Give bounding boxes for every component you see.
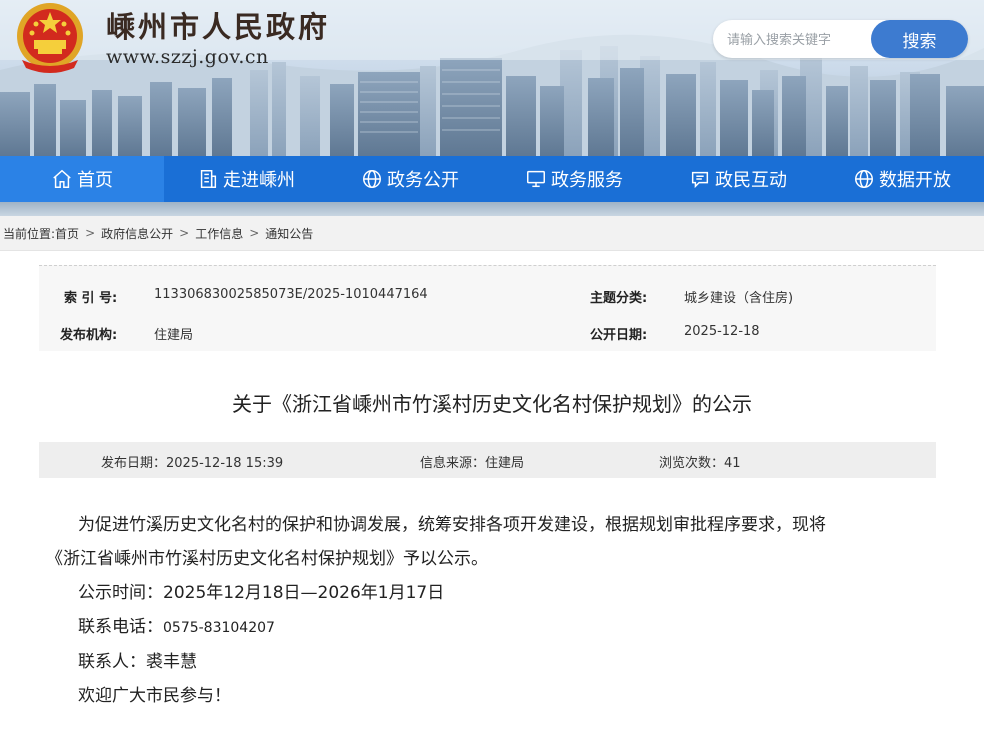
paragraph-line: 《浙江省嵊州市竹溪村历史文化名村保护规划》予以公示。 bbox=[46, 549, 488, 569]
phone-value: 0575-83104207 bbox=[163, 620, 275, 636]
nav-item-gov-open[interactable]: 政务公开 bbox=[328, 156, 492, 202]
contact-phone: 联系电话：0575-83104207 bbox=[39, 610, 939, 645]
topic-value: 城乡建设（含住房) bbox=[684, 291, 794, 306]
article-body: 为促进竹溪历史文化名村的保护和协调发展，统筹安排各项开发建设，根据规划审批程序要… bbox=[39, 508, 939, 713]
breadcrumb-home[interactable]: 首页 bbox=[55, 225, 79, 242]
nav-item-open-data[interactable]: 数据开放 bbox=[820, 156, 984, 202]
index-label: 索 引 号: bbox=[64, 291, 118, 306]
paragraph-line: 为促进竹溪历史文化名村的保护和协调发展，统筹安排各项开发建设，根据规划审批程序要… bbox=[78, 515, 826, 535]
globe-icon bbox=[855, 170, 873, 188]
breadcrumb-prefix: 当前位置: bbox=[3, 226, 56, 241]
main-nav: 首页 走进嵊州 政务公开 政务服务 政民互动 数据开放 bbox=[0, 156, 984, 202]
national-emblem-icon bbox=[17, 3, 83, 73]
breadcrumb-separator: > bbox=[85, 226, 96, 240]
header-banner: 嵊州市人民政府 www.szzj.gov.cn 搜索 bbox=[0, 0, 984, 156]
chat-icon bbox=[691, 171, 709, 189]
nav-item-about[interactable]: 走进嵊州 bbox=[164, 156, 328, 202]
site-url: www.szzj.gov.cn bbox=[106, 46, 269, 68]
nav-item-label: 数据开放 bbox=[879, 170, 951, 191]
site-title: 嵊州市人民政府 bbox=[106, 10, 331, 44]
breadcrumb-separator: > bbox=[249, 226, 260, 240]
info-source: 信息来源：住建局 bbox=[420, 456, 525, 471]
search-box: 搜索 bbox=[713, 20, 968, 60]
meta-info-panel: 索 引 号: 11330683002585073E/2025-101044716… bbox=[39, 265, 936, 351]
period-label: 公示时间： bbox=[78, 583, 163, 603]
globe-icon bbox=[363, 170, 381, 188]
contact-person: 联系人：裘丰慧 bbox=[39, 645, 939, 679]
nav-item-label: 政务公开 bbox=[387, 170, 459, 191]
search-button[interactable]: 搜索 bbox=[871, 20, 968, 58]
view-count: 浏览次数：41 bbox=[659, 456, 741, 471]
home-icon bbox=[53, 169, 71, 188]
nav-item-label: 政民互动 bbox=[715, 170, 787, 191]
breadcrumb-gov-info[interactable]: 政府信息公开 bbox=[101, 225, 173, 242]
publish-date: 发布日期：2025-12-18 15:39 bbox=[101, 456, 284, 471]
nav-item-label: 政务服务 bbox=[551, 170, 623, 191]
search-input[interactable] bbox=[713, 20, 879, 60]
building-icon bbox=[200, 170, 217, 188]
org-label: 发布机构: bbox=[60, 328, 118, 343]
breadcrumb-notice[interactable]: 通知公告 bbox=[265, 225, 313, 242]
nav-item-home[interactable]: 首页 bbox=[0, 156, 164, 202]
publish-info-bar: 发布日期：2025-12-18 15:39 信息来源：住建局 浏览次数：41 bbox=[39, 442, 936, 478]
nav-item-label: 走进嵊州 bbox=[223, 170, 295, 191]
nav-item-interaction[interactable]: 政民互动 bbox=[656, 156, 820, 202]
breadcrumb: 当前位置: 首页 > 政府信息公开 > 工作信息 > 通知公告 bbox=[0, 216, 984, 251]
article-title: 关于《浙江省嵊州市竹溪村历史文化名村保护规划》的公示 bbox=[232, 392, 752, 416]
breadcrumb-separator: > bbox=[179, 226, 190, 240]
org-value: 住建局 bbox=[154, 328, 194, 343]
period-value: 2025年12月18日—2026年1月17日 bbox=[163, 583, 445, 603]
phone-label: 联系电话： bbox=[78, 617, 163, 637]
closing-line: 欢迎广大市民参与！ bbox=[78, 686, 231, 706]
nav-item-label: 首页 bbox=[77, 170, 113, 191]
notice-period: 公示时间：2025年12月18日—2026年1月17日 bbox=[39, 576, 939, 610]
index-value: 11330683002585073E/2025-1010447164 bbox=[154, 287, 428, 302]
monitor-icon bbox=[527, 170, 545, 188]
topic-label: 主题分类: bbox=[590, 291, 648, 306]
decorative-strip bbox=[0, 202, 984, 216]
contact-value: 裘丰慧 bbox=[146, 652, 197, 672]
contact-label: 联系人： bbox=[78, 652, 146, 672]
open-date-label: 公开日期: bbox=[590, 328, 648, 343]
breadcrumb-work-info[interactable]: 工作信息 bbox=[195, 225, 243, 242]
open-date-value: 2025-12-18 bbox=[684, 324, 760, 339]
nav-item-gov-service[interactable]: 政务服务 bbox=[492, 156, 656, 202]
